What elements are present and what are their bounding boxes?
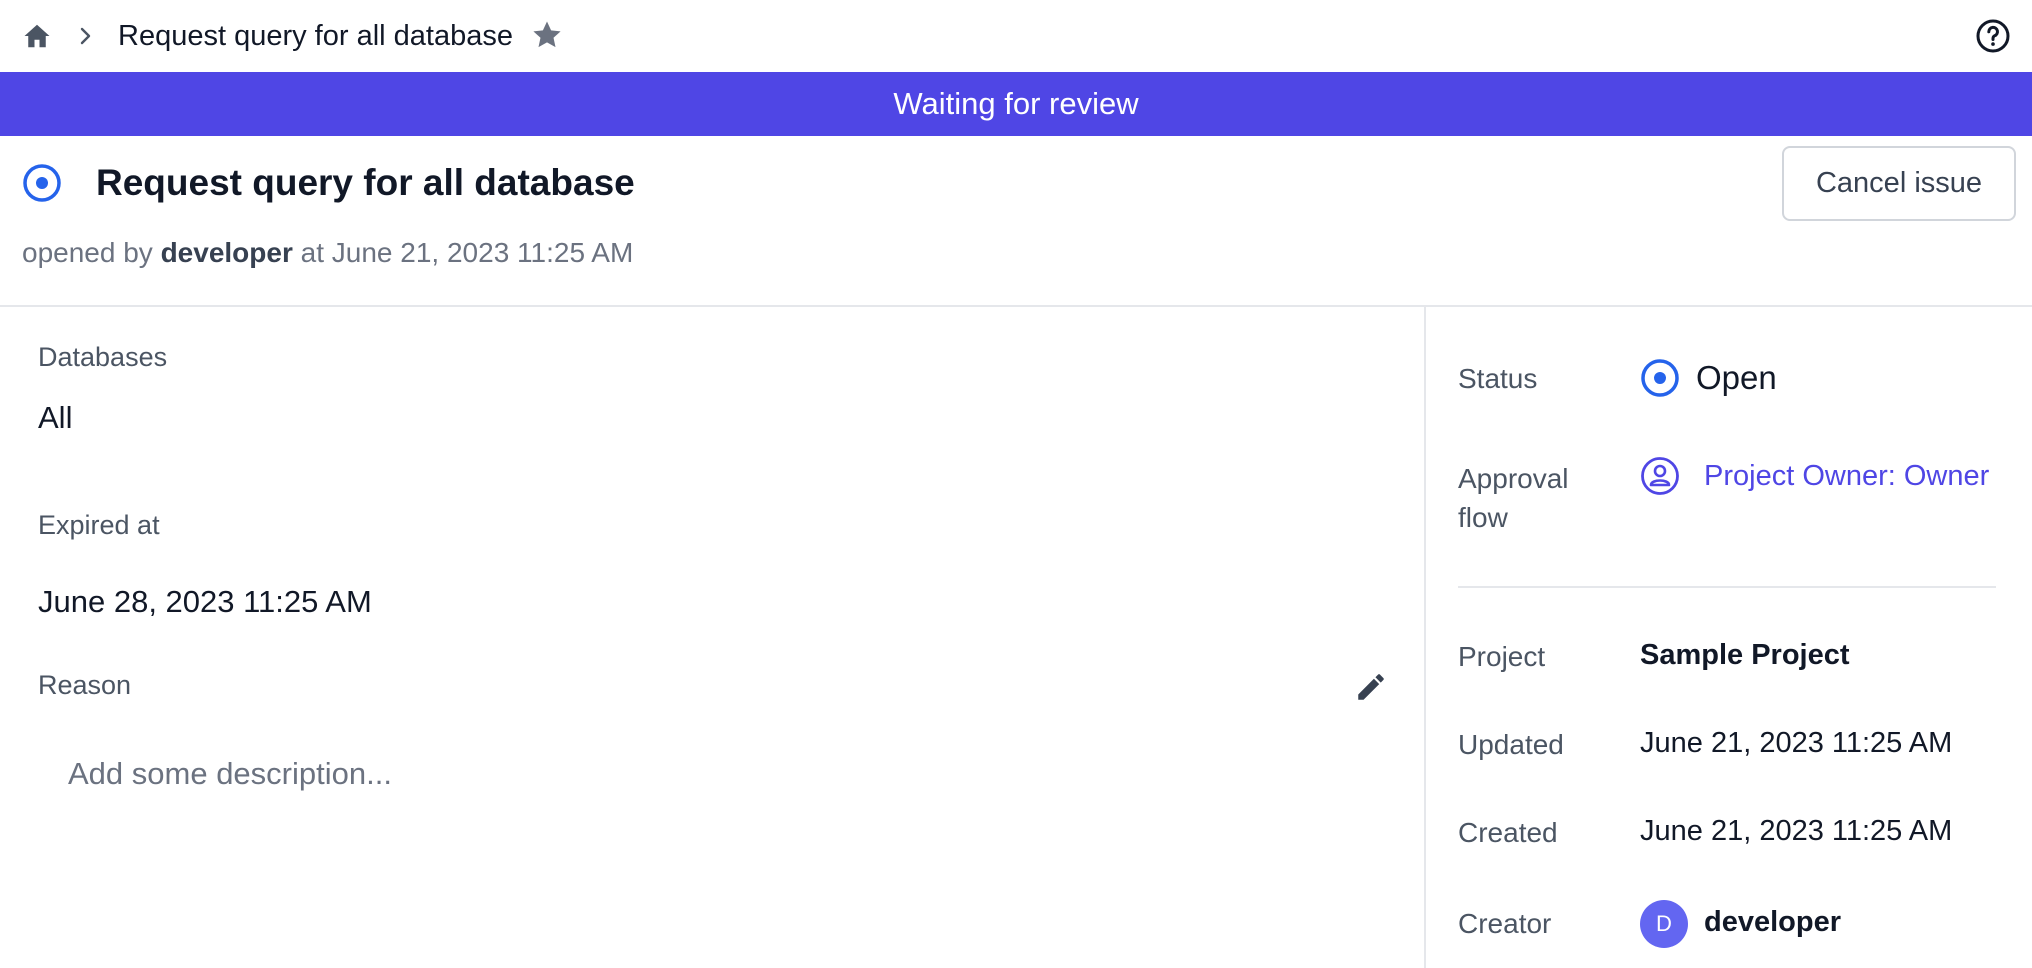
reason-description-input[interactable]: [52, 748, 1392, 800]
updated-label: Updated: [1458, 729, 1564, 760]
banner-text: Waiting for review: [893, 86, 1139, 121]
approval-flow-label: Approval flow: [1458, 463, 1569, 533]
opened-by-line: opened by developer at June 21, 2023 11:…: [22, 236, 633, 270]
updated-value: June 21, 2023 11:25 AM: [1640, 727, 1953, 759]
top-bar: Request query for all database: [0, 0, 2032, 72]
pencil-icon[interactable]: [1354, 670, 1388, 704]
opened-prefix: opened by: [22, 237, 153, 268]
home-icon[interactable]: [22, 21, 52, 51]
avatar: D: [1640, 900, 1688, 948]
cancel-issue-button[interactable]: Cancel issue: [1782, 146, 2016, 221]
opened-date: at June 21, 2023 11:25 AM: [300, 237, 634, 268]
created-value: June 21, 2023 11:25 AM: [1640, 815, 1953, 847]
header-divider: [0, 305, 2032, 307]
issue-title[interactable]: Request query for all database: [96, 160, 635, 206]
user-circle-icon: [1641, 457, 1679, 495]
question-circle-icon[interactable]: [1975, 18, 2011, 54]
databases-value: All: [38, 400, 73, 435]
approval-flow-link[interactable]: Project Owner: Owner: [1704, 460, 1989, 493]
expired-at-label: Expired at: [38, 510, 160, 540]
open-status-icon: [23, 164, 61, 202]
status-value: Open: [1696, 359, 1777, 396]
creator-label: Creator: [1458, 908, 1552, 939]
project-label: Project: [1458, 641, 1546, 672]
reason-label: Reason: [38, 670, 132, 700]
chevron-right-icon: [80, 27, 91, 45]
expired-at-value: June 28, 2023 11:25 AM: [38, 584, 372, 619]
project-value[interactable]: Sample Project: [1640, 639, 1850, 672]
author-name: developer: [160, 237, 293, 268]
creator-name[interactable]: developer: [1704, 906, 1841, 939]
sidebar-section-divider: [1458, 586, 1996, 588]
review-status-banner: Waiting for review: [0, 72, 2032, 136]
star-icon[interactable]: [530, 18, 564, 52]
created-label: Created: [1458, 817, 1558, 848]
open-status-icon: [1641, 359, 1679, 397]
databases-label: Databases: [38, 342, 168, 372]
sidebar-divider: [1424, 307, 1426, 968]
breadcrumb-title: Request query for all database: [118, 20, 513, 52]
status-label: Status: [1458, 363, 1538, 394]
